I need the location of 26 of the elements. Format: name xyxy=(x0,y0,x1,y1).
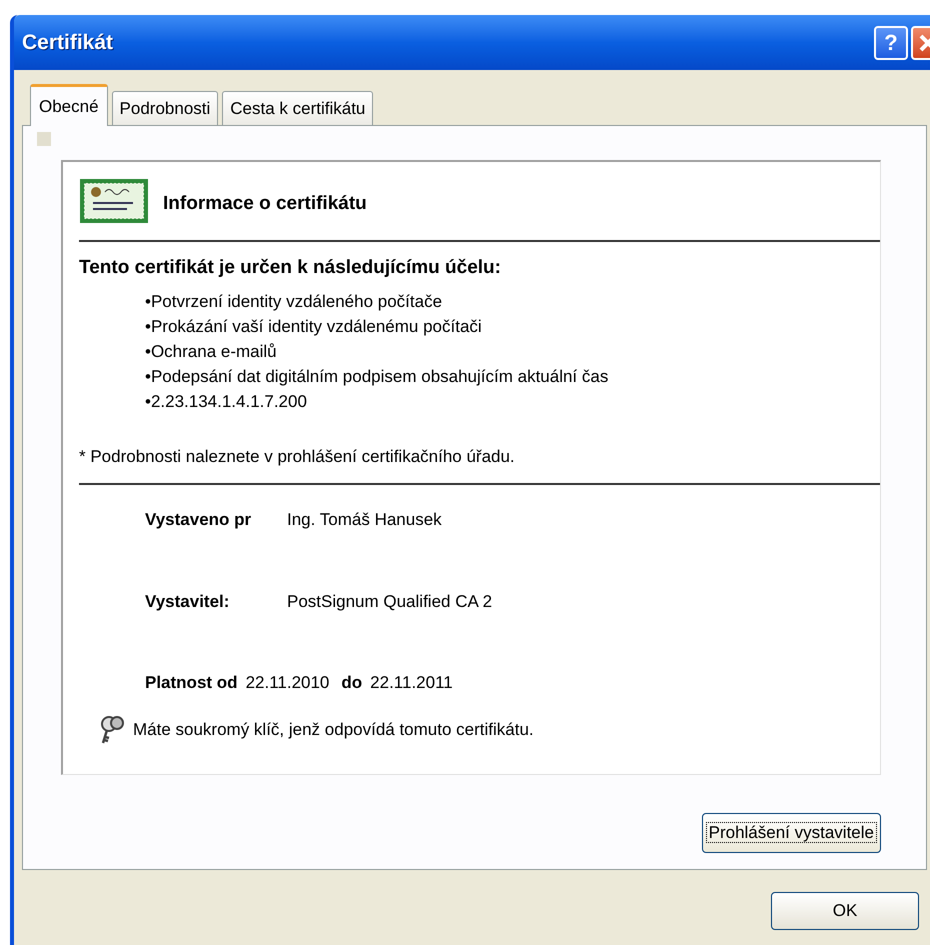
field-value: PostSignum Qualified CA 2 xyxy=(287,590,492,612)
purpose-item: •2.23.134.1.4.1.7.200 xyxy=(145,390,308,412)
field-value: 22.11.2011 xyxy=(370,672,453,694)
section-heading: Informace o certifikátu xyxy=(163,192,367,216)
window-title: Certifikát xyxy=(22,30,114,56)
purpose-item: •Prokázání vaší identity vzdálenému počítači xyxy=(145,316,483,338)
ok-button[interactable]: OK xyxy=(771,892,919,930)
help-button[interactable]: ? xyxy=(874,26,908,60)
purpose-item: •Ochrana e-mailů xyxy=(145,340,278,362)
field-label: Vystavitel: xyxy=(145,590,230,612)
purpose-heading: Tento certifikát je určen k následujícímu účelu: xyxy=(79,256,502,280)
tab[interactable]: Podrobnosti xyxy=(112,91,218,125)
purpose-item: •Podepsání dat digitálním podpisem obsahujícím aktuální čas xyxy=(145,366,610,388)
field-label: do xyxy=(341,672,362,694)
tab[interactable]: Cesta k certifikátu xyxy=(222,91,374,125)
private-key-note: Máte soukromý klíč, jenž odpovídá tomuto certifikátu. xyxy=(133,718,534,741)
field-value: Ing. Tomáš Hanusek xyxy=(287,509,442,531)
certificate-icon xyxy=(79,178,149,224)
issuer-statement-button[interactable]: Prohlášení vystavitele xyxy=(702,813,881,853)
square-icon xyxy=(37,132,51,146)
purpose-item: •Potvrzení identity vzdáleného počítače xyxy=(145,290,444,312)
tab[interactable]: Obecné xyxy=(30,84,108,126)
field-value: 22.11.2010 xyxy=(246,672,330,694)
footnote-text: * Podrobnosti naleznete v prohlášení certifikačního úřadu. xyxy=(79,446,516,468)
field-label: Vystaveno pr xyxy=(145,509,252,531)
field-label: Platnost od xyxy=(145,672,238,694)
